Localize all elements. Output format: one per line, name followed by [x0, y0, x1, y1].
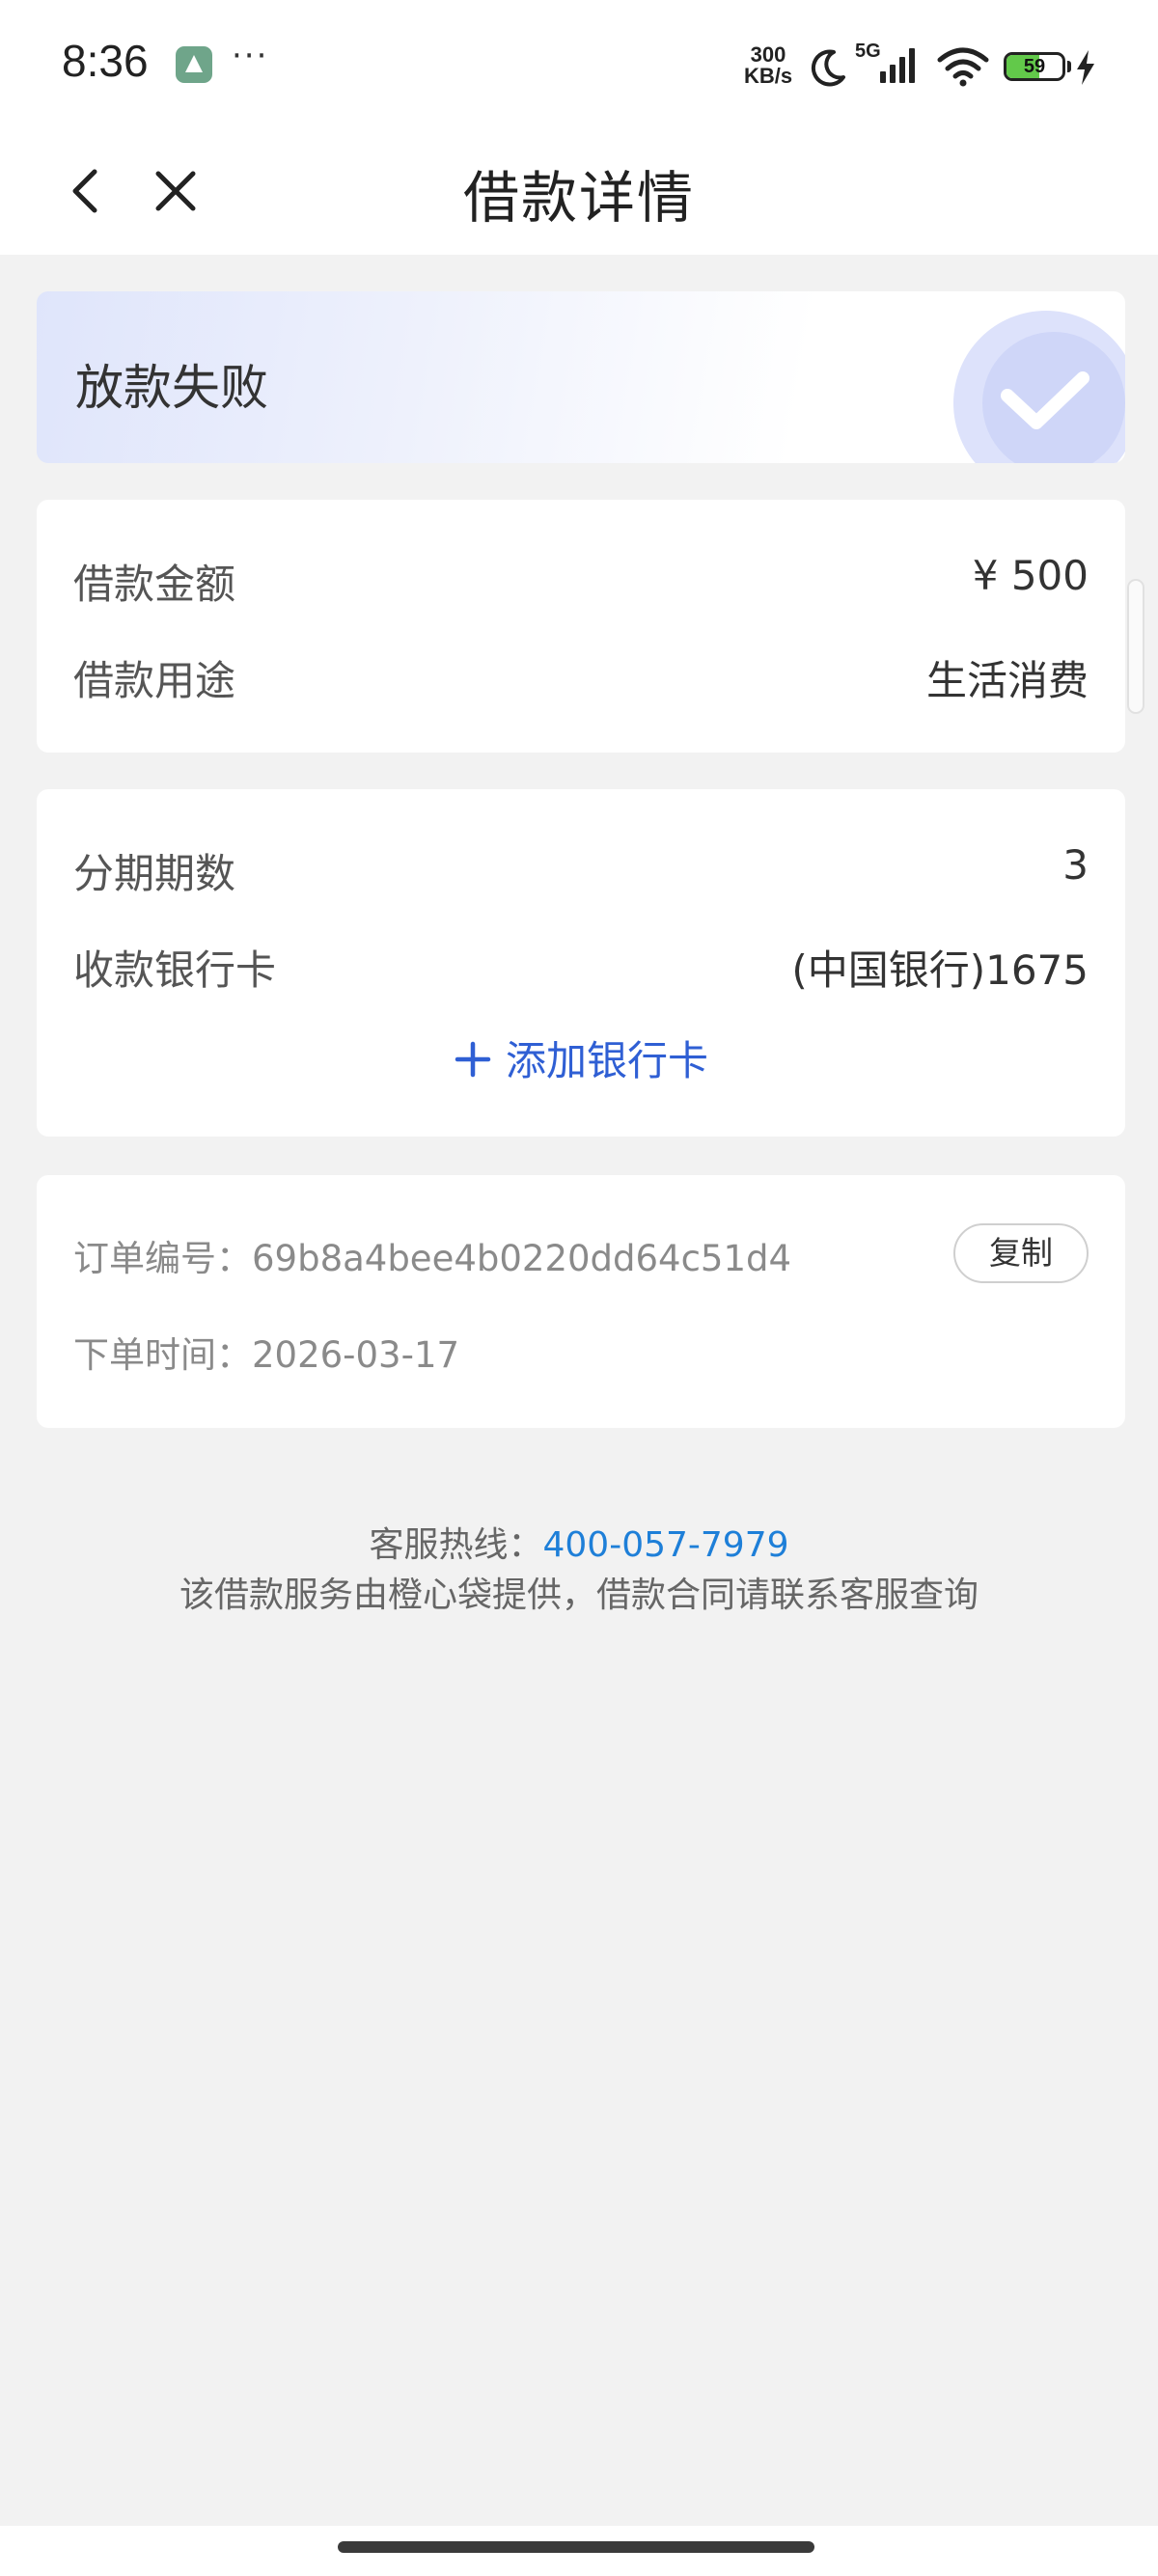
customer-service-hotline: 客服热线：400-057-7979: [0, 1521, 1158, 1571]
copy-button[interactable]: 复制: [953, 1223, 1089, 1283]
order-time-label: 下单时间：: [73, 1334, 252, 1376]
battery-tip: [1067, 61, 1071, 72]
receiving-bank-value[interactable]: (中国银行)1675: [791, 938, 1089, 997]
page-title: 借款详情: [462, 165, 695, 231]
status-bar: 8:36 ··· 300 KB/s 5G 59: [0, 0, 1158, 131]
loan-purpose-row: 借款用途 生活消费: [73, 648, 1089, 706]
order-time-line: 下单时间：2026-03-17: [73, 1326, 459, 1378]
order-number-line: 订单编号：69b8a4bee4b0220dd64c51d4: [73, 1229, 791, 1281]
order-time-value: 2026-03-17: [252, 1334, 460, 1376]
battery-icon: 59: [1004, 52, 1065, 81]
cellular-signal-icon: [880, 48, 915, 83]
wifi-icon: [937, 47, 989, 87]
battery-percent: 59: [1023, 56, 1046, 77]
installment-periods-row: 分期期数 3: [73, 841, 1089, 899]
loan-purpose-value: 生活消费: [925, 657, 1089, 704]
installment-periods-value: 3: [1062, 841, 1089, 889]
charging-bolt-icon: [1077, 50, 1094, 85]
navigation-bar: 借款详情: [0, 131, 1158, 255]
loan-amount-label: 借款金额: [73, 561, 236, 608]
hotline-number-link[interactable]: 400-057-7979: [542, 1525, 788, 1565]
plus-icon: [455, 1041, 491, 1078]
loan-status-card: 放款失败: [37, 291, 1125, 463]
loan-amount-value: ¥ 500: [972, 552, 1089, 599]
service-provider-note: 该借款服务由橙心袋提供，借款合同请联系客服查询: [179, 1576, 979, 1615]
network-speed: 300 KB/s: [739, 44, 797, 87]
loan-info-card: 借款金额 ¥ 500 借款用途 生活消费: [37, 500, 1125, 753]
more-notifications-icon: ···: [232, 37, 269, 75]
hotline-label: 客服热线：: [369, 1525, 543, 1565]
scroll-indicator: [1127, 579, 1144, 714]
installment-periods-label: 分期期数: [73, 850, 236, 897]
loan-amount-row: 借款金额 ¥ 500: [73, 552, 1089, 610]
check-badge-icon: [953, 311, 1125, 463]
home-indicator[interactable]: [338, 2541, 814, 2553]
app-notification-icon: [176, 46, 212, 83]
order-number-label: 订单编号：: [73, 1238, 252, 1279]
network-speed-unit: KB/s: [743, 64, 793, 88]
order-info-card: 订单编号：69b8a4bee4b0220dd64c51d4 复制 下单时间：20…: [37, 1175, 1125, 1428]
order-number-value: 69b8a4bee4b0220dd64c51d4: [252, 1238, 792, 1279]
receiving-bank-label: 收款银行卡: [73, 946, 277, 994]
loan-purpose-label: 借款用途: [73, 657, 236, 704]
footer: 客服热线：400-057-7979 该借款服务由橙心袋提供，借款合同请联系客服查…: [0, 1521, 1158, 1621]
receiving-bank-row: 收款银行卡 (中国银行)1675: [73, 938, 1089, 996]
moon-icon: [811, 49, 845, 87]
add-bank-card-label: 添加银行卡: [505, 1037, 708, 1084]
add-bank-card-button[interactable]: 添加银行卡: [37, 1028, 1125, 1087]
installment-card: 分期期数 3 收款银行卡 (中国银行)1675 添加银行卡: [37, 789, 1125, 1137]
loan-status-text: 放款失败: [75, 360, 268, 416]
status-time: 8:36: [62, 36, 149, 86]
network-speed-value: 300: [750, 42, 786, 67]
